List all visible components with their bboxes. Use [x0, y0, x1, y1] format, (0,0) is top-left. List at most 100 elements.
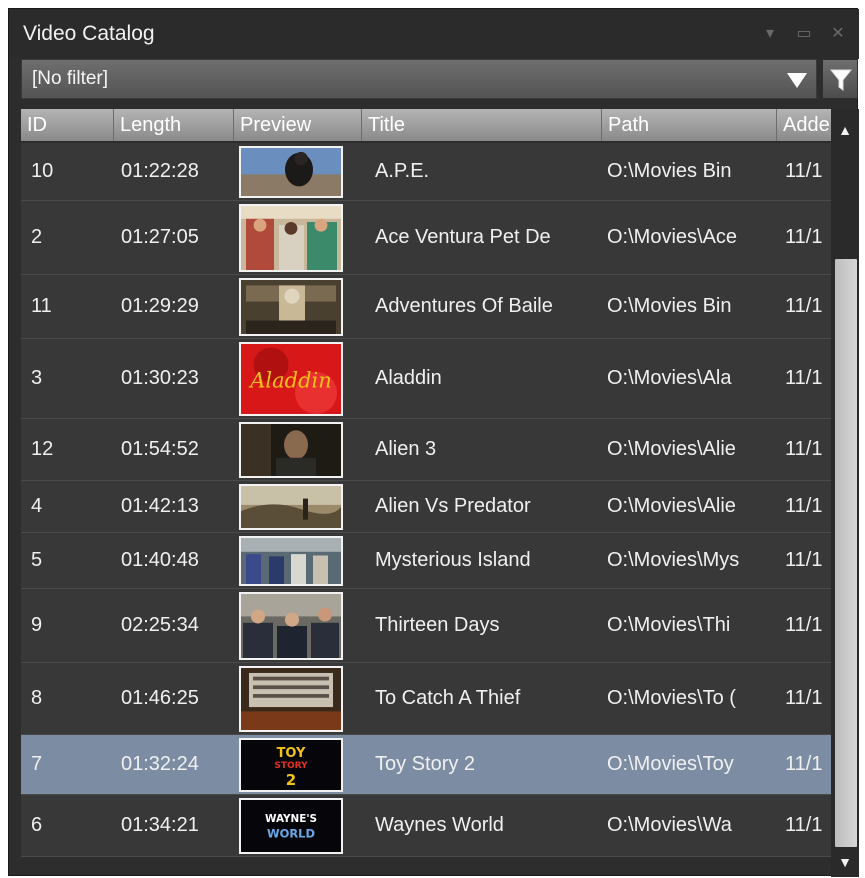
column-header-path[interactable]: Path [602, 109, 777, 141]
cell-title: Alien Vs Predator [375, 495, 531, 517]
window-title: Video Catalog [23, 22, 155, 45]
cell-path: O:\Movies\Ace [607, 226, 738, 248]
cell-path: O:\Movies\Alie [607, 438, 736, 460]
preview-thumbnail [239, 592, 343, 660]
cell-title: Mysterious Island [375, 549, 531, 571]
cell-title: Toy Story 2 [375, 753, 476, 775]
cell-path: O:\Movies\Ala [607, 367, 732, 389]
preview-thumbnail: WAYNE'S WORLD [239, 798, 343, 854]
filter-funnel-button[interactable] [822, 59, 858, 99]
cell-length: 01:46:25 [121, 687, 199, 709]
cell-path: O:\Movies\Toy [607, 753, 734, 775]
cell-path: O:\Movies Bin [607, 295, 732, 317]
cell-title: Aladdin [375, 367, 442, 389]
chevron-down-icon [787, 73, 807, 88]
cell-length: 01:34:21 [121, 814, 199, 836]
cell-length: 01:29:29 [121, 295, 199, 317]
cell-id: 7 [31, 753, 43, 775]
cell-id: 5 [31, 549, 43, 571]
table-row[interactable]: 6 01:34:21 WAYNE'S WORLD Waynes World O:\Mo… [21, 795, 831, 857]
svg-text:2: 2 [286, 771, 296, 789]
table-row[interactable]: 11 01:29:29 Adventures Of Baile O:\Movies … [21, 275, 831, 339]
table-row[interactable]: 3 01:30:23 Aladdin Aladdin O:\Movies\Ala 11/… [21, 339, 831, 419]
funnel-icon [829, 69, 853, 91]
cell-path: O:\Movies Bin [607, 160, 732, 182]
video-grid: ID Length Preview Title Path Adde 10 01:2… [21, 109, 831, 869]
svg-text:STORY: STORY [274, 761, 308, 771]
cell-id: 6 [31, 814, 43, 836]
cell-id: 8 [31, 687, 43, 709]
cell-path: O:\Movies\Mys [607, 549, 740, 571]
cell-added: 11/1 [785, 438, 823, 460]
video-catalog-window: Video Catalog ▾ ▭ ✕ [No filter] ID Lengt… [8, 8, 859, 877]
cell-length: 01:22:28 [121, 160, 199, 182]
cell-id: 11 [31, 295, 52, 317]
cell-added: 11/1 [785, 614, 823, 636]
cell-length: 01:40:48 [121, 549, 199, 571]
preview-thumbnail [239, 484, 343, 530]
preview-thumbnail [239, 146, 343, 198]
cell-title: Thirteen Days [375, 614, 500, 636]
cell-title: Alien 3 [375, 438, 437, 460]
cell-added: 11/1 [785, 226, 823, 248]
table-row[interactable]: 4 01:42:13 Alien Vs Predator O:\Movies\Ali… [21, 481, 831, 533]
cell-length: 02:25:34 [121, 614, 199, 636]
preview-thumbnail [239, 536, 343, 586]
scroll-down-icon[interactable]: ▼ [831, 847, 859, 877]
cell-title: Ace Ventura Pet De [375, 226, 551, 248]
title-bar[interactable]: Video Catalog ▾ ▭ ✕ [9, 9, 859, 59]
cell-length: 01:27:05 [121, 226, 199, 248]
cell-length: 01:54:52 [121, 438, 199, 460]
table-row[interactable]: 2 01:27:05 Ace Ventura Pet De O:\Movies\Ac… [21, 201, 831, 275]
cell-title: Waynes World [375, 814, 504, 836]
cell-id: 9 [31, 614, 43, 636]
cell-added: 11/1 [785, 367, 823, 389]
cell-id: 12 [31, 438, 54, 460]
table-row[interactable]: 5 01:40:48 Mysterious Island O:\Movies\Mys… [21, 533, 831, 589]
preview-thumbnail: Aladdin [239, 342, 343, 416]
svg-text:WORLD: WORLD [267, 826, 315, 840]
cell-id: 4 [31, 495, 43, 517]
column-header-added[interactable]: Adde [777, 109, 831, 141]
preview-thumbnail: TOY STORY 2 [239, 738, 343, 792]
cell-length: 01:32:24 [121, 753, 199, 775]
column-header-id[interactable]: ID [21, 109, 114, 141]
svg-text:Aladdin: Aladdin [248, 368, 332, 392]
vertical-scrollbar[interactable]: ▲ ▼ [831, 109, 859, 877]
cell-added: 11/1 [785, 495, 823, 517]
filter-selected-value: [No filter] [32, 68, 109, 89]
table-row[interactable]: 9 02:25:34 Thirteen Days O:\Movies\Thi 11/1 [21, 589, 831, 663]
table-row[interactable]: 12 01:54:52 Alien 3 O:\Movies\Alie 11/1 [21, 419, 831, 481]
preview-thumbnail [239, 204, 343, 272]
dropdown-menu-icon[interactable]: ▾ [761, 25, 779, 43]
column-header-length[interactable]: Length [114, 109, 234, 141]
cell-added: 11/1 [785, 160, 823, 182]
table-row[interactable]: 7 01:32:24 TOY STORY 2 Toy Story 2 O:\Movie… [21, 735, 831, 795]
preview-thumbnail [239, 278, 343, 336]
cell-added: 11/1 [785, 295, 823, 317]
svg-text:WAYNE'S: WAYNE'S [265, 813, 317, 825]
table-row[interactable]: 8 01:46:25 To Catch A Thief O:\Movies\To (… [21, 663, 831, 735]
cell-length: 01:42:13 [121, 495, 199, 517]
svg-text:TOY: TOY [277, 746, 306, 761]
preview-thumbnail [239, 422, 343, 478]
cell-added: 11/1 [785, 753, 823, 775]
column-header-title[interactable]: Title [362, 109, 602, 141]
cell-id: 3 [31, 367, 43, 389]
cell-added: 11/1 [785, 814, 823, 836]
cell-title: Adventures Of Baile [375, 295, 553, 317]
close-icon[interactable]: ✕ [829, 25, 847, 43]
cell-path: O:\Movies\Alie [607, 495, 736, 517]
cell-title: A.P.E. [375, 160, 430, 182]
scrollbar-thumb[interactable] [835, 259, 857, 847]
maximize-icon[interactable]: ▭ [795, 25, 813, 43]
cell-title: To Catch A Thief [375, 687, 521, 709]
scroll-up-icon[interactable]: ▲ [831, 115, 859, 145]
cell-path: O:\Movies\Thi [607, 614, 731, 636]
preview-thumbnail [239, 666, 343, 732]
cell-added: 11/1 [785, 687, 823, 709]
cell-id: 10 [31, 160, 54, 182]
column-header-preview[interactable]: Preview [234, 109, 362, 141]
table-row[interactable]: 10 01:22:28 A.P.E. O:\Movies Bin 11/1 [21, 143, 831, 201]
filter-dropdown[interactable]: [No filter] [21, 59, 817, 99]
